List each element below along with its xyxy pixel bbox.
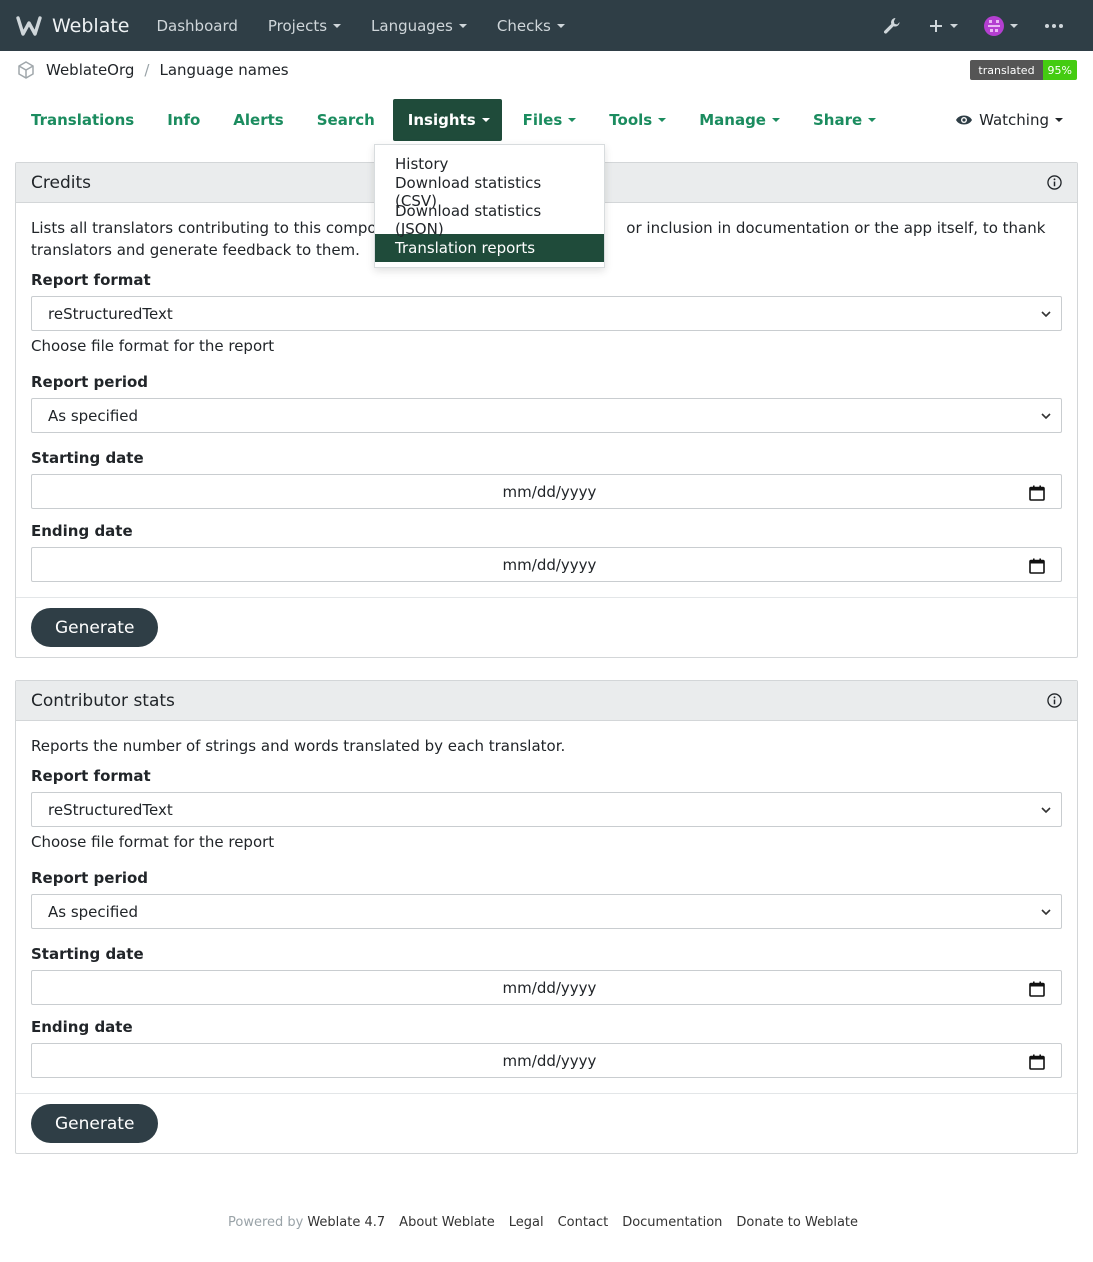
footer-link-about[interactable]: About Weblate [399,1215,495,1230]
calendar-icon[interactable] [1029,558,1045,574]
caret-icon [950,23,958,28]
caret-icon [568,118,577,122]
tab-tools[interactable]: Tools [594,99,678,141]
ending-date-input[interactable]: mm/dd/yyyy [31,1043,1062,1078]
brand-name: Weblate [52,14,130,37]
ending-date-label: Ending date [31,1018,133,1036]
caret-icon [556,23,565,28]
caret-icon [1055,118,1063,122]
footer-link-weblate-version[interactable]: Weblate 4.7 [307,1215,385,1230]
nav-dashboard[interactable]: Dashboard [141,0,252,51]
generate-button[interactable]: Generate [31,608,159,647]
weblate-logo-icon [16,15,42,36]
menu-item-translation-reports[interactable]: Translation reports [375,234,604,262]
report-period-select[interactable]: As specified [31,894,1062,929]
starting-date-label: Starting date [31,945,144,963]
caret-icon [658,118,667,122]
starting-date-input[interactable]: mm/dd/yyyy [31,474,1062,509]
contributor-title: Contributor stats [31,690,175,711]
contributor-stats-panel: Contributor stats Reports the number of … [15,680,1078,1154]
footer-link-legal[interactable]: Legal [509,1215,544,1230]
component-tabs: Translations Info Alerts Search Insights… [0,89,1093,151]
report-format-label: Report format [31,767,151,785]
tab-manage[interactable]: Manage [684,99,792,141]
project-cube-icon [18,61,34,79]
breadcrumb-project[interactable]: WeblateOrg [46,61,134,79]
calendar-icon[interactable] [1029,485,1045,501]
badge-value: 95% [1042,60,1077,80]
eye-icon [956,115,973,125]
caret-icon [458,23,467,28]
chevron-down-icon [1041,412,1051,419]
contributor-panel-header: Contributor stats [16,681,1077,721]
tab-search[interactable]: Search [302,99,387,141]
translation-status-badge[interactable]: translated 95% [970,60,1077,80]
caret-icon [481,118,490,122]
footer-link-documentation[interactable]: Documentation [622,1215,722,1230]
report-format-help: Choose file format for the report [31,833,275,851]
tab-translations[interactable]: Translations [16,99,146,141]
watch-dropdown[interactable]: Watching [955,111,1077,129]
report-period-select[interactable]: As specified [31,398,1062,433]
badge-label: translated [970,60,1043,80]
ending-date-input[interactable]: mm/dd/yyyy [31,547,1062,582]
ending-date-label: Ending date [31,522,133,540]
nav-checks[interactable]: Checks [482,0,580,51]
avatar [984,15,1004,36]
tab-files[interactable]: Files [508,99,589,141]
report-period-label: Report period [31,869,149,887]
breadcrumb-component[interactable]: Language names [159,61,288,79]
calendar-icon[interactable] [1029,1054,1045,1070]
tab-insights[interactable]: Insights [392,99,502,141]
plus-icon [930,19,942,32]
breadcrumb-separator: / [144,61,150,79]
tab-alerts[interactable]: Alerts [218,99,295,141]
caret-icon [1010,23,1018,28]
info-icon[interactable] [1047,693,1062,708]
breadcrumb: WeblateOrg / Language names translated 9… [0,51,1093,89]
more-button[interactable] [1031,0,1077,51]
info-icon[interactable] [1047,175,1062,190]
nav-projects[interactable]: Projects [253,0,356,51]
caret-icon [771,118,780,122]
calendar-icon[interactable] [1029,981,1045,997]
insights-dropdown-menu: History Download statistics (CSV) Downlo… [374,144,605,268]
chevron-down-icon [1041,310,1051,317]
menu-item-download-json[interactable]: Download statistics (JSON) [375,202,604,238]
tab-info[interactable]: Info [152,99,212,141]
footer-link-donate[interactable]: Donate to Weblate [736,1215,858,1230]
powered-by-text: Powered by [227,1215,304,1230]
contributor-description: Reports the number of strings and words … [31,737,566,755]
user-menu[interactable] [971,0,1031,51]
nav-languages[interactable]: Languages [356,0,482,51]
chevron-down-icon [1041,908,1051,915]
generate-button[interactable]: Generate [31,1104,159,1143]
report-period-label: Report period [31,373,149,391]
tab-share[interactable]: Share [798,99,888,141]
add-button[interactable] [915,0,971,51]
footer-link-contact[interactable]: Contact [558,1215,609,1230]
report-format-help: Choose file format for the report [31,337,275,355]
page-footer: Powered by Weblate 4.7 About Weblate Leg… [0,1215,1093,1230]
report-format-label: Report format [31,271,151,289]
more-icon [1045,23,1063,28]
watch-label: Watching [979,111,1049,129]
starting-date-label: Starting date [31,449,144,467]
report-format-select[interactable]: reStructuredText [31,296,1062,331]
report-format-select[interactable]: reStructuredText [31,792,1062,827]
starting-date-input[interactable]: mm/dd/yyyy [31,970,1062,1005]
brand[interactable]: Weblate [16,15,129,37]
wrench-button[interactable] [869,0,915,51]
credits-title: Credits [31,172,91,193]
wrench-icon [884,17,900,34]
caret-icon [868,118,877,122]
caret-icon [333,23,342,28]
top-navbar: Weblate Dashboard Projects Languages Che… [0,0,1093,51]
chevron-down-icon [1041,806,1051,813]
